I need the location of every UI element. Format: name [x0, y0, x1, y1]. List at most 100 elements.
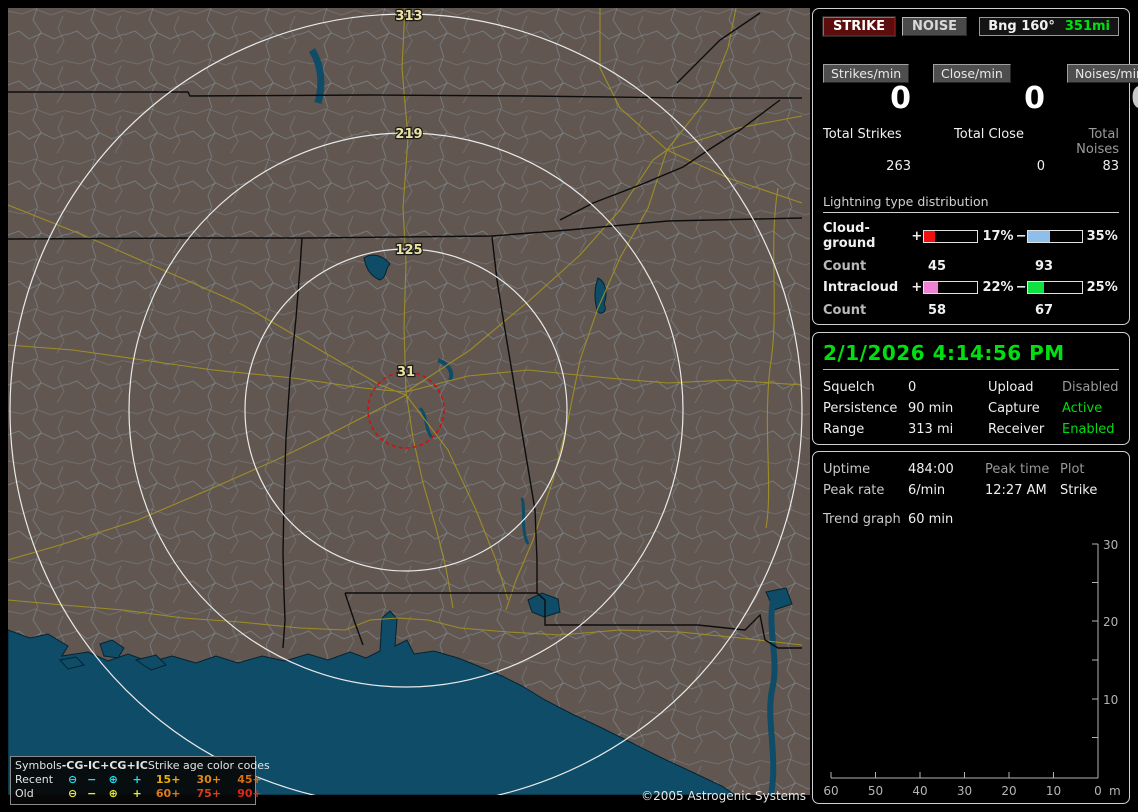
capture-label: Capture [988, 401, 1040, 416]
ic-positive-bar [923, 281, 979, 294]
plot-label: Plot [1060, 462, 1085, 477]
age-30: 30+ [196, 773, 222, 786]
ic-negative-pct: 25% [1086, 280, 1118, 295]
cg-negative-bar [1027, 229, 1083, 243]
lightning-map[interactable]: 313 219 125 31 [7, 8, 810, 807]
cg-negative-bar-fill [1028, 230, 1050, 242]
distribution-title: Lightning type distribution [823, 194, 1119, 213]
pos-cg-recent-icon: ⊕ [108, 773, 118, 786]
receiver-status: Enabled [1062, 422, 1115, 437]
plus-sign: + [911, 228, 923, 244]
legend-header-row: Symbols -CG -IC +CG +IC Strike age color… [15, 759, 270, 773]
age-15: 15+ [155, 773, 181, 786]
uptime-value: 484:00 [908, 462, 954, 477]
ring-label-219: 219 [395, 127, 422, 142]
y-tick-10: 10 [1103, 693, 1118, 707]
bearing-distance: 351mi [1064, 19, 1110, 34]
bearing-readout: Bng 160° 351mi [979, 17, 1119, 36]
noises-per-min-value: 0 [1067, 83, 1138, 115]
peak-time-label: Peak time [985, 462, 1050, 477]
ring-label-31: 31 [397, 365, 415, 380]
upload-status: Disabled [1062, 380, 1119, 395]
legend-col-neg-cg: -CG [61, 759, 84, 772]
total-strikes-label: Total Strikes [823, 127, 902, 142]
ic-positive-bar-fill [924, 282, 938, 293]
x-tick-20: 20 [1001, 784, 1016, 798]
minus-sign: − [1015, 280, 1027, 295]
y-tick-20: 20 [1103, 615, 1118, 629]
cg-positive-pct: 17% [982, 228, 1014, 244]
squelch-label: Squelch [823, 380, 875, 395]
minus-sign: − [1015, 228, 1027, 244]
neg-cg-recent-icon: ⊖ [67, 773, 78, 786]
persistence-label: Persistence [823, 401, 898, 416]
intracloud-row: Intracloud + 22% − 25% [823, 280, 1119, 295]
ic-negative-count: 67 [1035, 303, 1054, 318]
total-close-label: Total Close [954, 127, 1024, 142]
ic-positive-count: 58 [928, 303, 947, 318]
counters-panel: STRIKE NOISE Bng 160° 351mi Strikes/min C… [812, 8, 1138, 325]
bearing-label: Bng 160° [988, 19, 1055, 34]
cg-negative-count: 93 [1035, 259, 1054, 274]
peak-time-value: 12:27 AM [985, 483, 1047, 498]
map-svg: 313 219 125 31 [7, 8, 810, 807]
app-window: { "map": { "ring_labels": { "r313": "313… [0, 0, 1138, 812]
range-value: 313 mi [908, 422, 954, 437]
age-45: 45+ [237, 773, 262, 786]
legend-col-neg-ic: -IC [83, 759, 101, 772]
x-tick-60: 60 [823, 784, 838, 798]
strike-button[interactable]: STRIKE [821, 16, 897, 37]
peak-rate-label: Peak rate [823, 483, 885, 498]
peak-rate-value: 6/min [908, 483, 946, 498]
legend-recent-row: Recent ⊖ − ⊕ + 15+ 30+ 45+ [15, 773, 270, 787]
cg-positive-bar [923, 229, 979, 243]
persistence-value: 90 min [908, 401, 954, 416]
strikes-per-min-value: 0 [890, 81, 911, 116]
total-noises-label: Total Noises [1076, 127, 1119, 157]
receiver-label: Receiver [988, 422, 1045, 437]
legend-col-pos-ic: +IC [126, 759, 148, 772]
copyright-text: ©2005 Astrogenic Systems [641, 789, 806, 803]
datetime-display: 2/1/2026 4:14:56 PM [823, 339, 1119, 370]
noises-per-min-label: Noises/min [1067, 64, 1138, 83]
pos-ic-recent-icon: + [132, 773, 142, 786]
cg-count-label: Count [823, 259, 867, 274]
x-tick-10: 10 [1046, 784, 1061, 798]
noise-button[interactable]: NOISE [902, 17, 968, 36]
x-tick-40: 40 [912, 784, 927, 798]
intracloud-label: Intracloud [823, 280, 899, 295]
plus-sign: + [911, 280, 923, 295]
y-tick-30: 30 [1103, 538, 1118, 552]
cloud-ground-count-row: Count 45 93 [823, 259, 1119, 274]
status-panel: 2/1/2026 4:14:56 PM Squelch 0 Upload Dis… [812, 332, 1130, 445]
cloud-ground-row: Cloud-ground + 17% − 35% [823, 221, 1119, 251]
neg-ic-recent-icon: − [87, 773, 97, 786]
legend-symbols-header: Symbols [15, 759, 62, 772]
total-close-value: 0 [1036, 159, 1045, 174]
squelch-value: 0 [908, 380, 917, 395]
intracloud-count-row: Count 58 67 [823, 303, 1119, 318]
close-per-min-value: 0 [1024, 81, 1045, 116]
plot-value: Strike [1060, 483, 1098, 498]
range-label: Range [823, 422, 865, 437]
trend-graph-label: Trend graph [823, 512, 901, 527]
x-axis-unit: min [1109, 784, 1121, 798]
upload-label: Upload [988, 380, 1034, 395]
cg-negative-pct: 35% [1086, 228, 1118, 244]
legend-age-header: Strike age color codes [147, 759, 270, 772]
total-noises-value: 83 [1102, 159, 1119, 174]
x-tick-0: 0 [1094, 784, 1102, 798]
ring-label-125: 125 [395, 243, 422, 258]
trend-panel: Uptime 484:00 Peak time Plot Peak rate 6… [812, 451, 1130, 804]
ic-count-label: Count [823, 303, 867, 318]
legend-recent-label: Recent [15, 773, 54, 786]
ic-negative-bar [1027, 281, 1083, 294]
total-strikes-value: 263 [886, 159, 911, 174]
cg-positive-bar-fill [924, 230, 935, 242]
capture-status: Active [1062, 401, 1103, 416]
close-per-min-label: Close/min [933, 64, 1011, 83]
ic-negative-bar-fill [1028, 282, 1045, 293]
ring-label-313: 313 [395, 9, 422, 24]
legend-col-pos-cg: +CG [100, 759, 127, 772]
trend-graph: 30 20 10 60 50 40 30 20 10 0 min [823, 538, 1121, 798]
